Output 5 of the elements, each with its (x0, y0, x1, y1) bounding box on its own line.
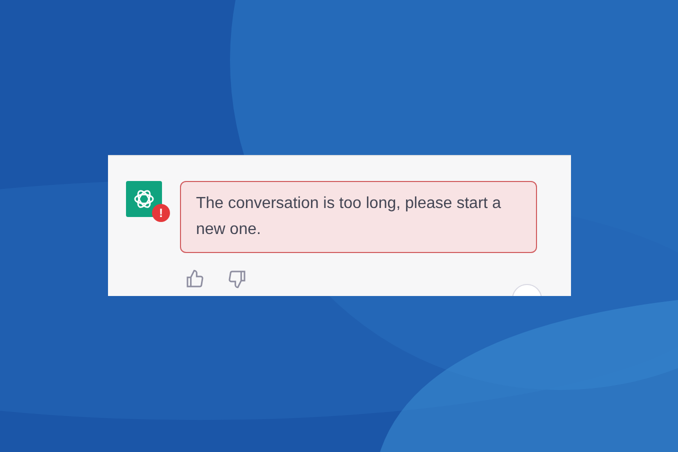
error-badge: ! (152, 204, 170, 222)
error-message: The conversation is too long, please start a new one. (180, 181, 537, 253)
knot-logo-icon (132, 187, 156, 211)
thumbs-down-icon[interactable] (227, 269, 247, 289)
thumbs-up-icon[interactable] (185, 269, 205, 289)
